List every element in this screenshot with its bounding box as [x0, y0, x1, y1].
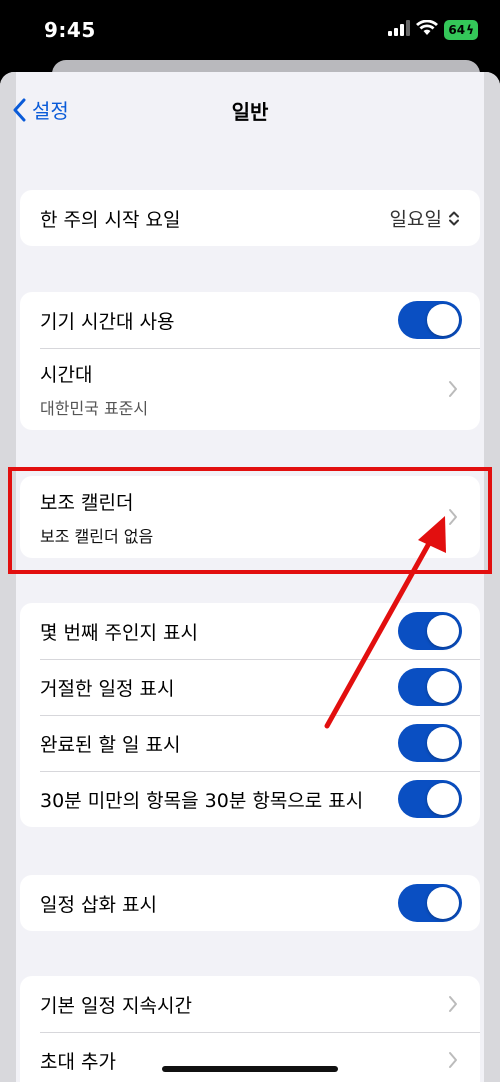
sheet-edge-left — [0, 72, 16, 1082]
battery-indicator: 64 ϟ — [444, 20, 478, 40]
status-time: 9:45 — [44, 18, 96, 42]
illustrations-row: 일정 삽화 표시 — [20, 875, 480, 931]
alt-calendar-label: 보조 캘린더 — [40, 491, 134, 514]
default-duration-label: 기본 일정 지속시간 — [40, 994, 192, 1017]
timezone-value: 대한민국 표준시 — [40, 398, 149, 418]
timezone-group: 기기 시간대 사용 시간대 대한민국 표준시 — [20, 292, 480, 430]
toggle-knob — [427, 727, 459, 759]
chevron-right-icon — [449, 381, 457, 397]
toggle-knob — [427, 887, 459, 919]
up-down-chevron-icon — [449, 211, 459, 225]
week-start-value: 일요일 — [389, 208, 442, 231]
toggle-knob — [427, 783, 459, 815]
status-bar: 9:45 64 ϟ — [0, 0, 500, 62]
page-title: 일반 — [231, 100, 269, 124]
illustrations-toggle[interactable] — [398, 884, 462, 922]
week-start-picker[interactable]: 일요일 — [390, 205, 460, 232]
show-completed-label: 완료된 할 일 표시 — [40, 733, 181, 756]
timezone-label: 시간대 — [40, 363, 93, 386]
add-invitees-label: 초대 추가 — [40, 1050, 116, 1073]
short-items-toggle[interactable] — [398, 780, 462, 818]
sheet-edge-right — [484, 72, 500, 1082]
illustrations-label: 일정 삽화 표시 — [40, 893, 157, 916]
signal-icon — [388, 20, 411, 40]
show-completed-row: 완료된 할 일 표시 — [20, 715, 480, 771]
alt-calendar-group: 보조 캘린더 보조 캘린더 없음 — [20, 476, 480, 558]
add-invitees-row[interactable]: 초대 추가 — [20, 1032, 480, 1082]
device-timezone-toggle[interactable] — [398, 301, 462, 339]
show-week-numbers-toggle[interactable] — [398, 612, 462, 650]
week-start-label: 한 주의 시작 요일 — [40, 208, 181, 231]
show-declined-toggle[interactable] — [398, 668, 462, 706]
device-timezone-label: 기기 시간대 사용 — [40, 310, 175, 333]
toggle-knob — [427, 304, 459, 336]
timezone-row[interactable]: 시간대 대한민국 표준시 — [20, 348, 480, 430]
show-week-numbers-label: 몇 번째 주인지 표시 — [40, 621, 198, 644]
week-start-group: 한 주의 시작 요일 일요일 — [20, 190, 480, 246]
chevron-right-icon — [449, 1052, 457, 1068]
device-timezone-row: 기기 시간대 사용 — [20, 292, 480, 348]
illustrations-group: 일정 삽화 표시 — [20, 875, 480, 931]
charging-bolt-icon: ϟ — [466, 23, 474, 37]
default-duration-row[interactable]: 기본 일정 지속시간 — [20, 976, 480, 1032]
display-options-group: 몇 번째 주인지 표시 거절한 일정 표시 완료된 할 일 표시 30분 미만의… — [20, 603, 480, 827]
chevron-right-icon — [449, 996, 457, 1012]
battery-level: 64 — [448, 23, 466, 37]
toggle-knob — [427, 615, 459, 647]
week-start-row[interactable]: 한 주의 시작 요일 일요일 — [20, 190, 480, 246]
wifi-icon — [416, 19, 439, 40]
toggle-knob — [427, 671, 459, 703]
show-week-numbers-row: 몇 번째 주인지 표시 — [20, 603, 480, 659]
show-declined-row: 거절한 일정 표시 — [20, 659, 480, 715]
show-declined-label: 거절한 일정 표시 — [40, 677, 175, 700]
home-indicator[interactable] — [162, 1066, 338, 1072]
short-items-label: 30분 미만의 항목을 30분 항목으로 표시 — [40, 789, 364, 812]
show-completed-toggle[interactable] — [398, 724, 462, 762]
chevron-right-icon — [449, 509, 457, 525]
short-items-row: 30분 미만의 항목을 30분 항목으로 표시 — [20, 771, 480, 827]
alt-calendar-value: 보조 캘린더 없음 — [40, 526, 154, 546]
status-icons: 64 ϟ — [388, 19, 478, 40]
alt-calendar-row[interactable]: 보조 캘린더 보조 캘린더 없음 — [20, 476, 480, 558]
